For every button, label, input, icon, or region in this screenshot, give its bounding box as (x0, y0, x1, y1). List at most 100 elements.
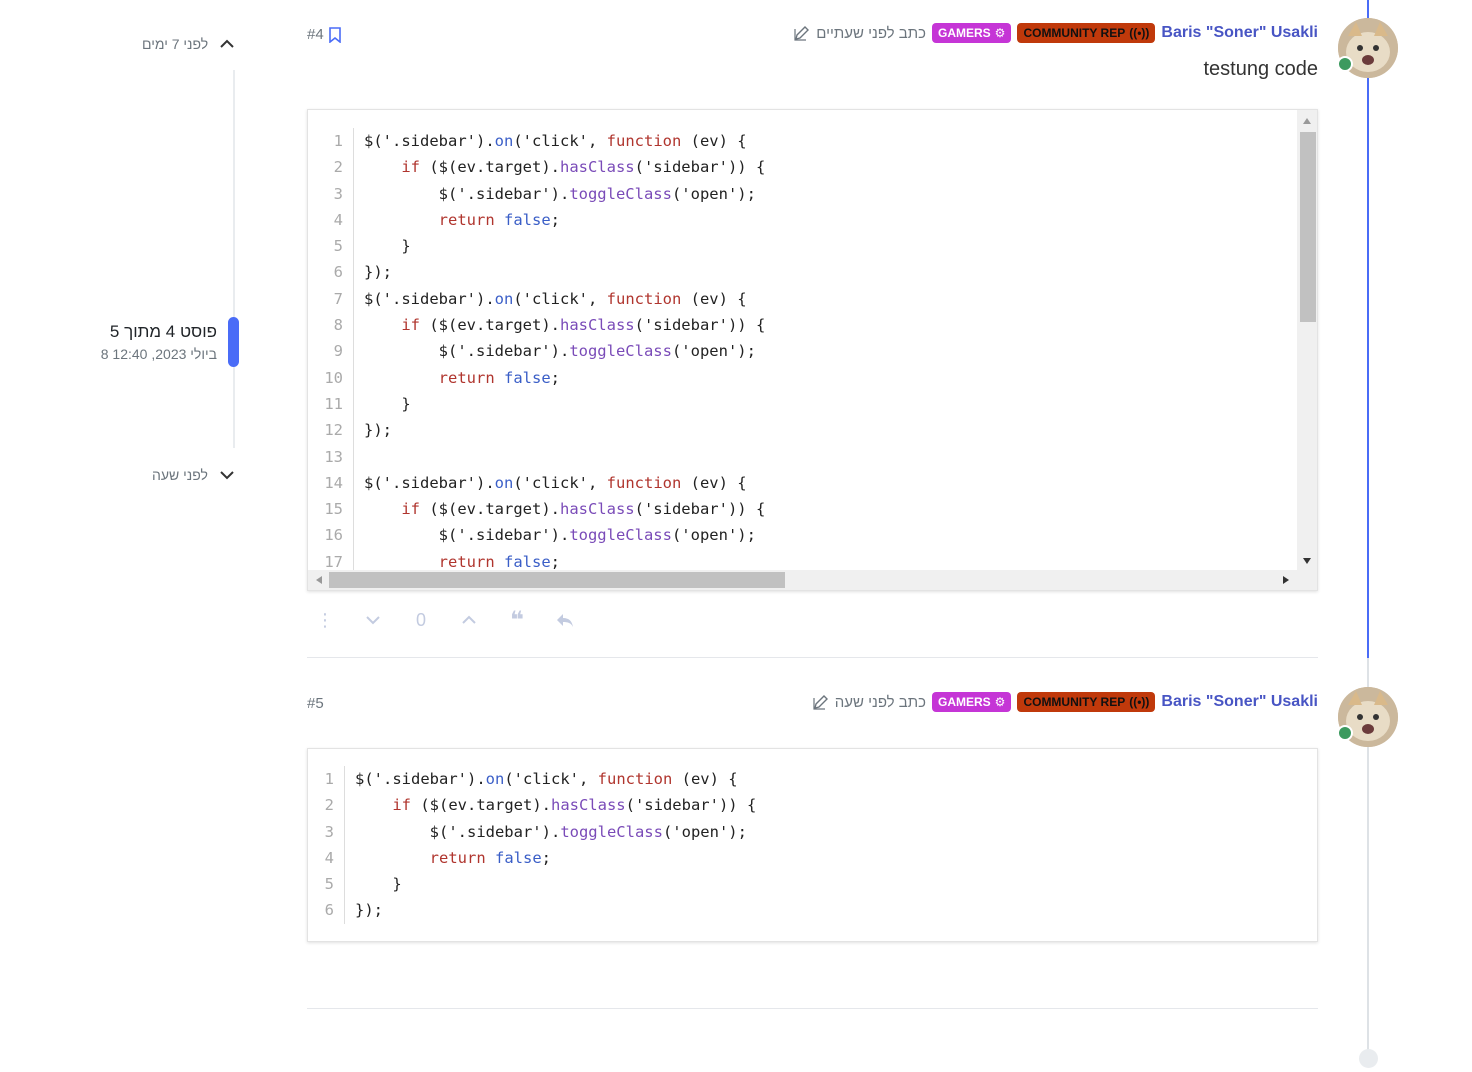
code-token: ($(ev.target). (411, 796, 551, 815)
author-name[interactable]: Baris "Soner" Usakli (1161, 693, 1318, 711)
timeline-end-dot (1359, 1049, 1378, 1068)
post-divider (307, 657, 1318, 658)
code-token: toggleClass (560, 822, 663, 841)
timeline-newer-link[interactable]: לפני שעה (152, 466, 236, 484)
code-line-text: if ($(ev.target).hasClass('sidebar')) { (354, 496, 765, 522)
code-token: } (401, 394, 411, 413)
timeline-handle[interactable] (228, 317, 239, 367)
post-count-label: פוסט 4 מתוך 5 (109, 322, 217, 341)
broadcast-icon: ((•)) (1129, 695, 1150, 709)
scroll-up-icon[interactable] (1303, 118, 1311, 124)
code-token: ; (550, 210, 561, 229)
badge-label: GAMERS (938, 695, 991, 709)
code-token: on (494, 289, 514, 308)
chevron-up-icon (462, 615, 476, 624)
code-token: ('click', (513, 132, 607, 150)
code-line-text: }); (354, 259, 392, 285)
post-time-label: כתב לפני שעה (834, 693, 926, 711)
scroll-down-icon[interactable] (1303, 558, 1311, 564)
code-block[interactable]: 1 $('.sidebar').on('click', function (ev)… (307, 109, 1318, 591)
code-line-text: $('.sidebar').on('click', function (ev) … (345, 766, 738, 792)
broadcast-icon: ((•)) (1129, 26, 1150, 40)
quote-icon[interactable]: ❝ (504, 607, 530, 634)
badge-gamers[interactable]: GAMERS ⚙ (932, 692, 1012, 712)
code-line-text: $('.sidebar').on('click', function (ev) … (354, 128, 747, 154)
code-line-text: $('.sidebar').toggleClass('open'); (345, 819, 747, 845)
edit-icon (813, 695, 828, 710)
badge-community-rep[interactable]: COMMUNITY REP ((•)) (1017, 23, 1156, 43)
badge-community-rep[interactable]: COMMUNITY REP ((•)) (1017, 692, 1156, 712)
code-line: 4 return false; (308, 844, 1317, 872)
code-token: false (504, 552, 551, 571)
code-line: 11 } (308, 390, 1317, 418)
badge-label: COMMUNITY REP (1023, 695, 1126, 709)
post-timestamp[interactable]: כתב לפני שעתיים (794, 25, 926, 42)
scroll-right-icon[interactable] (1283, 576, 1289, 584)
upvote-button[interactable] (456, 607, 482, 633)
vertical-scrollbar[interactable] (1297, 110, 1317, 570)
bookmark-icon[interactable] (328, 26, 342, 43)
code-line: 15 if ($(ev.target).hasClass('sidebar'))… (308, 496, 1317, 523)
badge-gamers[interactable]: GAMERS ⚙ (932, 23, 1012, 43)
line-number: 6 (308, 259, 354, 286)
code-token: (ev) { (681, 132, 747, 150)
horizontal-scroll-thumb[interactable] (329, 572, 785, 588)
code-line: 6}); (308, 897, 1317, 924)
reply-icon[interactable] (552, 607, 578, 633)
code-token: ('sidebar')) { (634, 500, 766, 519)
code-block[interactable]: 1 $('.sidebar').on('click', function (ev)… (307, 748, 1318, 942)
timeline-older-link[interactable]: לפני 7 ימים (142, 35, 236, 53)
code-token: hasClass (559, 316, 635, 335)
online-status-indicator (1337, 56, 1353, 72)
code-token: ($(ev.target). (420, 158, 560, 177)
code-line: 1 $('.sidebar').on('click', function (ev)… (308, 766, 1317, 793)
code-token: if (401, 158, 420, 177)
code-line-text: $('.sidebar').toggleClass('open'); (354, 181, 756, 207)
scroll-left-icon[interactable] (316, 576, 322, 584)
post-number: #5 (307, 695, 324, 712)
code-token: ; (541, 848, 552, 867)
timeline-track[interactable] (233, 70, 235, 448)
code-token: on (494, 132, 514, 150)
code-token: on (485, 770, 505, 788)
code-token: $('.sidebar'). (364, 132, 495, 150)
horizontal-scrollbar[interactable] (308, 570, 1317, 590)
line-number: 5 (308, 871, 345, 898)
code-token: }); (364, 263, 392, 282)
more-options-icon[interactable]: ⋮ (312, 607, 338, 633)
code-line-text: } (354, 391, 411, 417)
code-token: ('click', (504, 770, 598, 788)
line-number: 11 (308, 390, 354, 418)
vertical-scroll-thumb[interactable] (1300, 132, 1316, 322)
line-number: 14 (308, 469, 354, 497)
code-token: }); (364, 421, 392, 440)
code-token: function (606, 289, 682, 308)
downvote-button[interactable] (360, 607, 386, 633)
steam-icon: ⚙ (994, 26, 1006, 40)
timeline-older-label: לפני 7 ימים (142, 36, 209, 52)
timeline-newer-label: לפני שעה (152, 467, 208, 483)
post-number: #4 (307, 26, 324, 43)
post-index[interactable]: #4 (307, 26, 342, 43)
post-date-label: 8 ביולי 2023, 12:40 (100, 346, 217, 362)
code-token: $('.sidebar'). (364, 473, 495, 492)
code-token: ($(ev.target). (420, 500, 560, 519)
code-line: 13 (308, 443, 1317, 470)
chevron-down-icon (366, 616, 380, 625)
code-token: (ev) { (672, 770, 738, 788)
post-timestamp[interactable]: כתב לפני שעה (813, 694, 926, 711)
code-token: false (504, 210, 551, 229)
author-name[interactable]: Baris "Soner" Usakli (1161, 24, 1318, 42)
post-index[interactable]: #5 (307, 695, 324, 712)
online-status-indicator (1337, 725, 1353, 741)
code-line: 9 $('.sidebar').toggleClass('open'); (308, 338, 1317, 365)
